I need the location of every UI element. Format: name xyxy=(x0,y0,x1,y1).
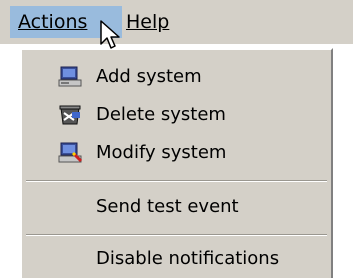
menu-help-label: Help xyxy=(126,11,170,33)
modify-system-icon xyxy=(58,142,82,163)
menu-separator xyxy=(26,180,327,182)
actions-dropdown-menu: Add system Delete system Modify system S… xyxy=(20,48,333,278)
menu-item-delete-system[interactable]: Delete system xyxy=(22,96,331,134)
menu-actions-label: Actions xyxy=(18,11,88,33)
menu-item-modify-system[interactable]: Modify system xyxy=(22,134,331,172)
menu-item-disable-notifications[interactable]: Disable notifications xyxy=(22,240,331,278)
menu-item-add-system[interactable]: Add system xyxy=(22,58,331,96)
mouse-pointer-icon xyxy=(100,20,120,49)
menu-item-label: Delete system xyxy=(96,104,226,125)
computer-icon xyxy=(58,66,82,87)
menu-bar: Actions Help xyxy=(0,0,353,44)
menu-help[interactable]: Help xyxy=(126,6,186,38)
menu-item-send-test-event[interactable]: Send test event xyxy=(22,188,331,226)
menu-item-label: Add system xyxy=(96,66,202,87)
menu-item-label: Send test event xyxy=(96,196,239,217)
delete-system-icon xyxy=(59,105,81,125)
menu-item-label: Disable notifications xyxy=(96,248,280,269)
menu-separator xyxy=(26,234,327,236)
menu-item-label: Modify system xyxy=(96,142,227,163)
